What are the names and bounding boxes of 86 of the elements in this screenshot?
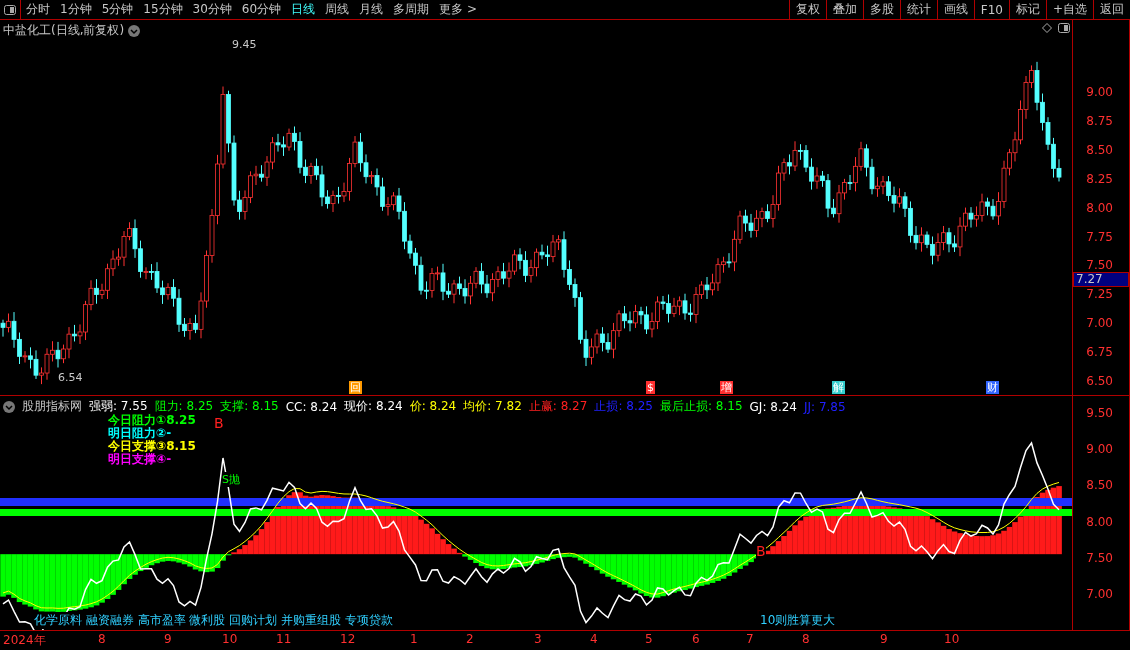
period-tab[interactable]: 5分钟 [96,0,139,19]
period-tab[interactable]: 多周期 [388,0,435,19]
indicator-value: 止损: 8.25 [594,398,653,415]
event-marker[interactable]: 增 [720,381,733,394]
toolbar-button[interactable]: 叠加 [825,0,863,19]
date-axis-label: 6 [692,632,700,646]
period-tab[interactable]: 分时 [21,0,55,19]
date-axis-label: 7 [746,632,754,646]
toolbar-button[interactable]: 多股 [862,0,900,19]
date-axis-label: 11 [276,632,292,646]
price-axis-label: 9.00 [1086,85,1113,99]
price-axis-label: 7.50 [1086,258,1113,273]
date-axis-label: 2 [466,632,474,646]
period-tab[interactable]: 月线 [354,0,389,19]
toolbar-button[interactable]: 画线 [936,0,974,19]
indicator-value: 强弱: 7.55 [89,398,148,414]
date-axis-label: 9 [164,632,172,646]
level-label: 明日阻力②- [108,427,173,440]
price-axis-label: 8.50 [1086,142,1113,157]
toolbar-button[interactable]: +自选 [1045,0,1093,19]
panel-toggle-icon[interactable] [1058,23,1070,33]
price-axis-label: 8.75 [1086,113,1113,128]
event-marker[interactable]: $ [646,381,655,394]
current-price-label: 7.27 [1073,272,1129,287]
toolbar-button[interactable]: F10 [973,0,1009,19]
concept-tags: 化学原料 融资融券 高市盈率 微利股 回购计划 并购重组股 专项贷款 [34,612,393,629]
period-tab[interactable]: 周线 [320,0,355,19]
period-tab[interactable]: 60分钟 [236,0,287,19]
date-axis-label: 3 [534,632,542,646]
indicator-axis-label: 9.50 [1086,406,1113,420]
date-axis-label: 5 [645,632,653,646]
event-marker[interactable]: 财 [986,381,999,394]
buy-signal: B [214,416,224,431]
date-axis-label: 4 [590,632,598,646]
high-price-label: 9.45 [232,38,257,51]
indicator-value: 价: 8.24 [409,398,457,415]
price-axis-label: 7.75 [1086,229,1113,244]
indicator-value: 均价: 7.82 [463,398,522,415]
low-price-label: 6.54 [58,371,83,384]
price-axis-label: 6.75 [1086,345,1113,360]
indicator-value: 最后止损: 8.15 [659,398,743,415]
indicator-value: 阻力: 8.25 [154,398,214,414]
price-axis-label: 7.25 [1086,287,1113,302]
level-label: 今日阻力①8.25 [108,414,196,427]
date-axis-label: 10 [944,632,960,646]
indicator-axis-label: 9.00 [1086,442,1113,457]
price-axis-label: 7.00 [1086,316,1113,331]
indicator-axis-label: 7.50 [1086,550,1113,565]
period-tab[interactable]: 1分钟 [55,0,97,19]
diamond-icon[interactable] [1042,23,1052,33]
level-label: 明日支撑④- [108,453,173,466]
indicator-value: 支撑: 8.15 [220,398,279,415]
toolbar-button[interactable]: 统计 [899,0,937,19]
date-axis-label: 1 [410,632,418,646]
indicator-value: GJ: 8.24 [749,399,797,414]
concept-tags: 10则胜算更大 [760,612,836,629]
period-tab[interactable]: 更多 > [434,0,482,19]
date-axis-label: 8 [98,632,106,646]
toolbar-button[interactable]: 返回 [1093,0,1130,19]
indicator-name: 股朋指标网 [22,398,82,415]
period-tab[interactable]: 15分钟 [138,0,188,19]
date-axis-label: 8 [802,632,810,646]
indicator-value: 止赢: 8.27 [528,398,588,415]
toolbar-button[interactable]: 标记 [1008,0,1046,19]
indicator-value: CC: 8.24 [285,399,338,414]
buy-signal: B [756,544,766,559]
date-axis-label: 9 [880,632,888,646]
period-tab[interactable]: 30分钟 [187,0,237,19]
dropdown-icon[interactable] [128,24,141,37]
level-label: 今日支撑③8.15 [108,440,196,453]
period-tab[interactable]: 日线 [286,0,321,19]
date-axis-label: 10 [222,632,238,646]
date-axis-label: 2024年 [3,632,46,649]
indicator-axis-label: 7.00 [1086,587,1113,601]
chart-title: 中盐化工(日线,前复权) [3,22,125,39]
price-axis-label: 8.25 [1086,171,1113,186]
dropdown-icon[interactable] [3,400,15,413]
indicator-axis-label: 8.50 [1086,478,1113,493]
date-axis-label: 12 [340,632,356,646]
indicator-value: JJ: 7.85 [803,399,846,414]
price-axis-label: 8.00 [1086,200,1113,215]
indicator-value: 现价: 8.24 [344,398,403,415]
toolbar-button[interactable]: 复权 [788,0,826,19]
price-axis-label: 6.50 [1086,374,1113,388]
indicator-axis-label: 8.00 [1086,514,1113,529]
sell-signal: S抛 [222,472,240,487]
